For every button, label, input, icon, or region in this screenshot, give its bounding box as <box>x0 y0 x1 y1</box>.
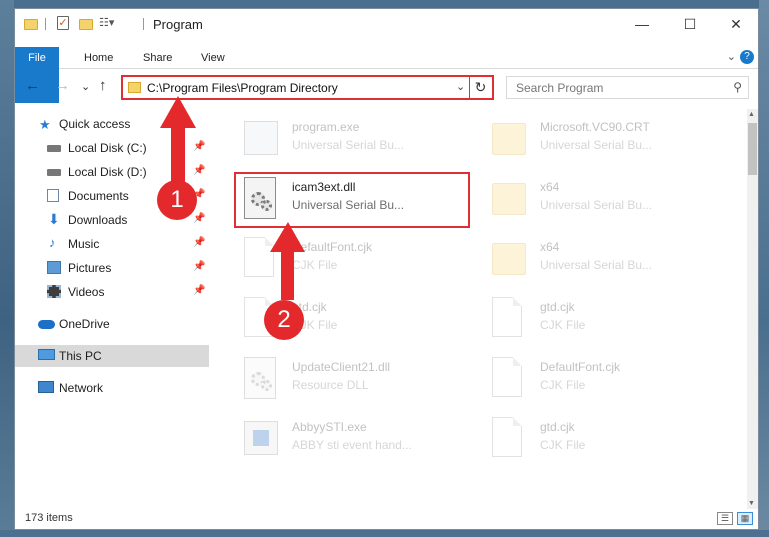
step-badge-2: 2 <box>264 300 304 340</box>
step-badge-1: 1 <box>157 180 197 220</box>
arrow-1-icon <box>160 96 196 182</box>
annotation-arrows <box>160 96 305 300</box>
arrow-2-icon <box>270 222 305 300</box>
